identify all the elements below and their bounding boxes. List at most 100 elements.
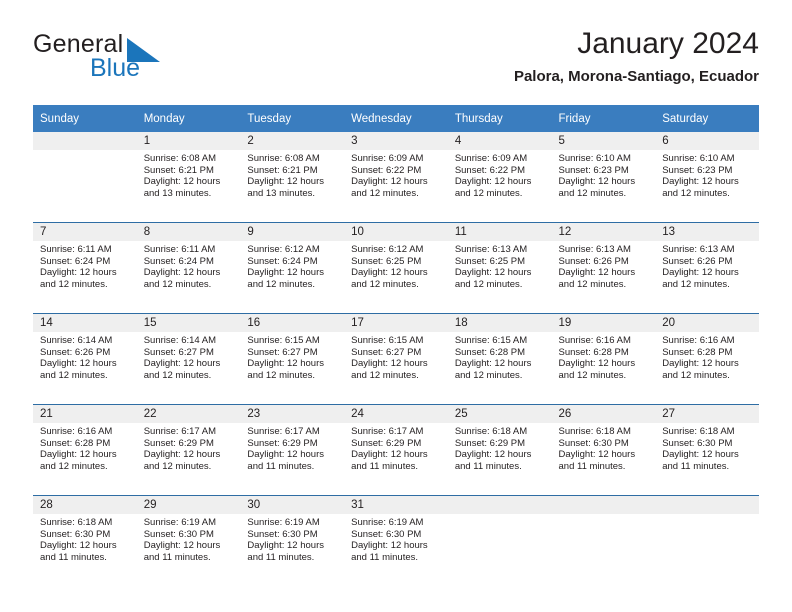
calendar-day-cell[interactable]: 1 Sunrise: 6:08 AM Sunset: 6:21 PM Dayli… <box>136 132 241 223</box>
location-subtitle: Palora, Morona-Santiago, Ecuador <box>513 68 759 85</box>
calendar-day-cell[interactable]: 27 Sunrise: 6:18 AM Sunset: 6:30 PM Dayl… <box>655 404 759 496</box>
day-number: 16 <box>240 314 345 332</box>
calendar-day-cell[interactable]: 25 Sunrise: 6:18 AM Sunset: 6:29 PM Dayl… <box>447 404 552 496</box>
day-details: Sunrise: 6:12 AM Sunset: 6:25 PM Dayligh… <box>344 241 448 290</box>
sunset-text: Sunset: 6:30 PM <box>40 528 111 540</box>
calendar-day-cell[interactable]: 28 Sunrise: 6:18 AM Sunset: 6:30 PM Dayl… <box>33 495 137 586</box>
calendar-week-row: 28 Sunrise: 6:18 AM Sunset: 6:30 PM Dayl… <box>33 495 759 586</box>
daylight-text-line1: Daylight: 12 hours <box>558 449 636 461</box>
day-details: Sunrise: 6:18 AM Sunset: 6:30 PM Dayligh… <box>33 514 137 563</box>
day-details: Sunrise: 6:11 AM Sunset: 6:24 PM Dayligh… <box>33 241 137 290</box>
sunrise-text: Sunrise: 6:18 AM <box>40 517 113 528</box>
sunset-text: Sunset: 6:28 PM <box>662 346 733 358</box>
sunrise-text: Sunrise: 6:17 AM <box>247 426 320 437</box>
day-details: Sunrise: 6:15 AM Sunset: 6:27 PM Dayligh… <box>344 332 448 381</box>
calendar-day-cell[interactable]: 8 Sunrise: 6:11 AM Sunset: 6:24 PM Dayli… <box>136 222 241 314</box>
daylight-text-line1: Daylight: 12 hours <box>247 176 324 188</box>
day-details: Sunrise: 6:17 AM Sunset: 6:29 PM Dayligh… <box>344 423 448 472</box>
day-details: Sunrise: 6:18 AM Sunset: 6:30 PM Dayligh… <box>655 423 759 472</box>
day-number: 26 <box>551 405 656 423</box>
calendar-day-cell[interactable]: 19 Sunrise: 6:16 AM Sunset: 6:28 PM Dayl… <box>551 313 656 405</box>
day-details: Sunrise: 6:10 AM Sunset: 6:23 PM Dayligh… <box>552 150 656 199</box>
daylight-text-line1: Daylight: 12 hours <box>247 540 324 552</box>
sunrise-text: Sunrise: 6:13 AM <box>558 244 631 255</box>
calendar-day-cell[interactable]: 31 Sunrise: 6:19 AM Sunset: 6:30 PM Dayl… <box>344 495 448 586</box>
sunset-text: Sunset: 6:29 PM <box>247 437 318 449</box>
calendar-day-cell[interactable]: 7 Sunrise: 6:11 AM Sunset: 6:24 PM Dayli… <box>33 222 137 314</box>
day-number: 19 <box>551 314 656 332</box>
calendar-day-cell[interactable]: 2 Sunrise: 6:08 AM Sunset: 6:21 PM Dayli… <box>240 132 345 223</box>
calendar-day-cell[interactable]: 24 Sunrise: 6:17 AM Sunset: 6:29 PM Dayl… <box>344 404 448 496</box>
calendar-day-cell[interactable] <box>655 495 759 586</box>
weekday-header-monday: Monday <box>136 105 241 132</box>
day-number: 9 <box>240 223 345 241</box>
calendar-day-cell[interactable]: 30 Sunrise: 6:19 AM Sunset: 6:30 PM Dayl… <box>240 495 345 586</box>
day-number <box>447 496 552 514</box>
day-details: Sunrise: 6:12 AM Sunset: 6:24 PM Dayligh… <box>240 241 344 290</box>
calendar-day-cell[interactable]: 23 Sunrise: 6:17 AM Sunset: 6:29 PM Dayl… <box>240 404 345 496</box>
calendar-day-cell[interactable]: 20 Sunrise: 6:16 AM Sunset: 6:28 PM Dayl… <box>655 313 759 405</box>
calendar-day-cell[interactable]: 5 Sunrise: 6:10 AM Sunset: 6:23 PM Dayli… <box>551 132 656 223</box>
daylight-text-line2: and 12 minutes. <box>351 278 419 290</box>
daylight-text-line2: and 12 minutes. <box>558 369 627 381</box>
calendar-day-cell[interactable]: 4 Sunrise: 6:09 AM Sunset: 6:22 PM Dayli… <box>447 132 552 223</box>
daylight-text-line1: Daylight: 12 hours <box>454 176 532 188</box>
calendar-day-cell[interactable]: 29 Sunrise: 6:19 AM Sunset: 6:30 PM Dayl… <box>136 495 241 586</box>
day-details: Sunrise: 6:16 AM Sunset: 6:28 PM Dayligh… <box>552 332 656 381</box>
daylight-text-line2: and 12 minutes. <box>247 278 316 290</box>
calendar-day-cell[interactable]: 14 Sunrise: 6:14 AM Sunset: 6:26 PM Dayl… <box>33 313 137 405</box>
sunset-text: Sunset: 6:30 PM <box>662 437 733 449</box>
daylight-text-line1: Daylight: 12 hours <box>351 358 428 370</box>
day-number: 5 <box>551 132 656 150</box>
sunrise-text: Sunrise: 6:19 AM <box>143 517 217 528</box>
day-details: Sunrise: 6:13 AM Sunset: 6:25 PM Dayligh… <box>448 241 552 290</box>
day-details: Sunrise: 6:08 AM Sunset: 6:21 PM Dayligh… <box>137 150 241 199</box>
calendar-day-cell[interactable]: 18 Sunrise: 6:15 AM Sunset: 6:28 PM Dayl… <box>447 313 552 405</box>
sunset-text: Sunset: 6:22 PM <box>454 164 526 176</box>
sunset-text: Sunset: 6:27 PM <box>143 346 214 358</box>
calendar-day-cell[interactable]: 17 Sunrise: 6:15 AM Sunset: 6:27 PM Dayl… <box>344 313 448 405</box>
daylight-text-line2: and 11 minutes. <box>143 551 211 563</box>
daylight-text-line1: Daylight: 12 hours <box>558 176 636 188</box>
calendar-day-cell[interactable]: 6 Sunrise: 6:10 AM Sunset: 6:23 PM Dayli… <box>655 132 759 223</box>
calendar-week-row: 21 Sunrise: 6:16 AM Sunset: 6:28 PM Dayl… <box>33 404 759 496</box>
day-number: 25 <box>447 405 552 423</box>
calendar-day-cell[interactable] <box>33 132 137 223</box>
daylight-text-line2: and 12 minutes. <box>143 460 212 472</box>
calendar-week-row: 1 Sunrise: 6:08 AM Sunset: 6:21 PM Dayli… <box>33 132 759 223</box>
sunset-text: Sunset: 6:26 PM <box>558 255 629 267</box>
calendar-day-cell[interactable]: 15 Sunrise: 6:14 AM Sunset: 6:27 PM Dayl… <box>136 313 241 405</box>
sunset-text: Sunset: 6:28 PM <box>558 346 629 358</box>
sunrise-text: Sunrise: 6:14 AM <box>40 335 113 346</box>
day-details: Sunrise: 6:18 AM Sunset: 6:30 PM Dayligh… <box>552 423 656 472</box>
calendar-day-cell[interactable] <box>551 495 656 586</box>
calendar-day-cell[interactable]: 26 Sunrise: 6:18 AM Sunset: 6:30 PM Dayl… <box>551 404 656 496</box>
calendar-day-cell[interactable]: 16 Sunrise: 6:15 AM Sunset: 6:27 PM Dayl… <box>240 313 345 405</box>
calendar-day-cell[interactable]: 11 Sunrise: 6:13 AM Sunset: 6:25 PM Dayl… <box>447 222 552 314</box>
calendar-day-cell[interactable]: 12 Sunrise: 6:13 AM Sunset: 6:26 PM Dayl… <box>551 222 656 314</box>
daylight-text-line1: Daylight: 12 hours <box>247 358 324 370</box>
sunset-text: Sunset: 6:27 PM <box>351 346 422 358</box>
sunset-text: Sunset: 6:26 PM <box>40 346 111 358</box>
calendar-day-cell[interactable]: 13 Sunrise: 6:13 AM Sunset: 6:26 PM Dayl… <box>655 222 759 314</box>
daylight-text-line1: Daylight: 12 hours <box>351 449 428 461</box>
general-blue-logo[interactable]: General Blue <box>33 30 213 86</box>
calendar-day-cell[interactable]: 3 Sunrise: 6:09 AM Sunset: 6:22 PM Dayli… <box>344 132 448 223</box>
daylight-text-line1: Daylight: 12 hours <box>662 358 739 370</box>
day-number: 30 <box>240 496 345 514</box>
day-details: Sunrise: 6:17 AM Sunset: 6:29 PM Dayligh… <box>137 423 241 472</box>
calendar-day-cell[interactable] <box>447 495 552 586</box>
day-details: Sunrise: 6:19 AM Sunset: 6:30 PM Dayligh… <box>137 514 241 563</box>
calendar-day-cell[interactable]: 10 Sunrise: 6:12 AM Sunset: 6:25 PM Dayl… <box>344 222 448 314</box>
sunrise-text: Sunrise: 6:08 AM <box>143 153 217 164</box>
sunrise-text: Sunrise: 6:17 AM <box>351 426 424 437</box>
day-number: 3 <box>344 132 448 150</box>
daylight-text-line2: and 11 minutes. <box>351 551 419 563</box>
daylight-text-line1: Daylight: 12 hours <box>247 449 324 461</box>
daylight-text-line1: Daylight: 12 hours <box>143 176 221 188</box>
daylight-text-line2: and 11 minutes. <box>454 460 522 472</box>
calendar-day-cell[interactable]: 21 Sunrise: 6:16 AM Sunset: 6:28 PM Dayl… <box>33 404 137 496</box>
calendar-day-cell[interactable]: 22 Sunrise: 6:17 AM Sunset: 6:29 PM Dayl… <box>136 404 241 496</box>
calendar-day-cell[interactable]: 9 Sunrise: 6:12 AM Sunset: 6:24 PM Dayli… <box>240 222 345 314</box>
day-number <box>551 496 656 514</box>
